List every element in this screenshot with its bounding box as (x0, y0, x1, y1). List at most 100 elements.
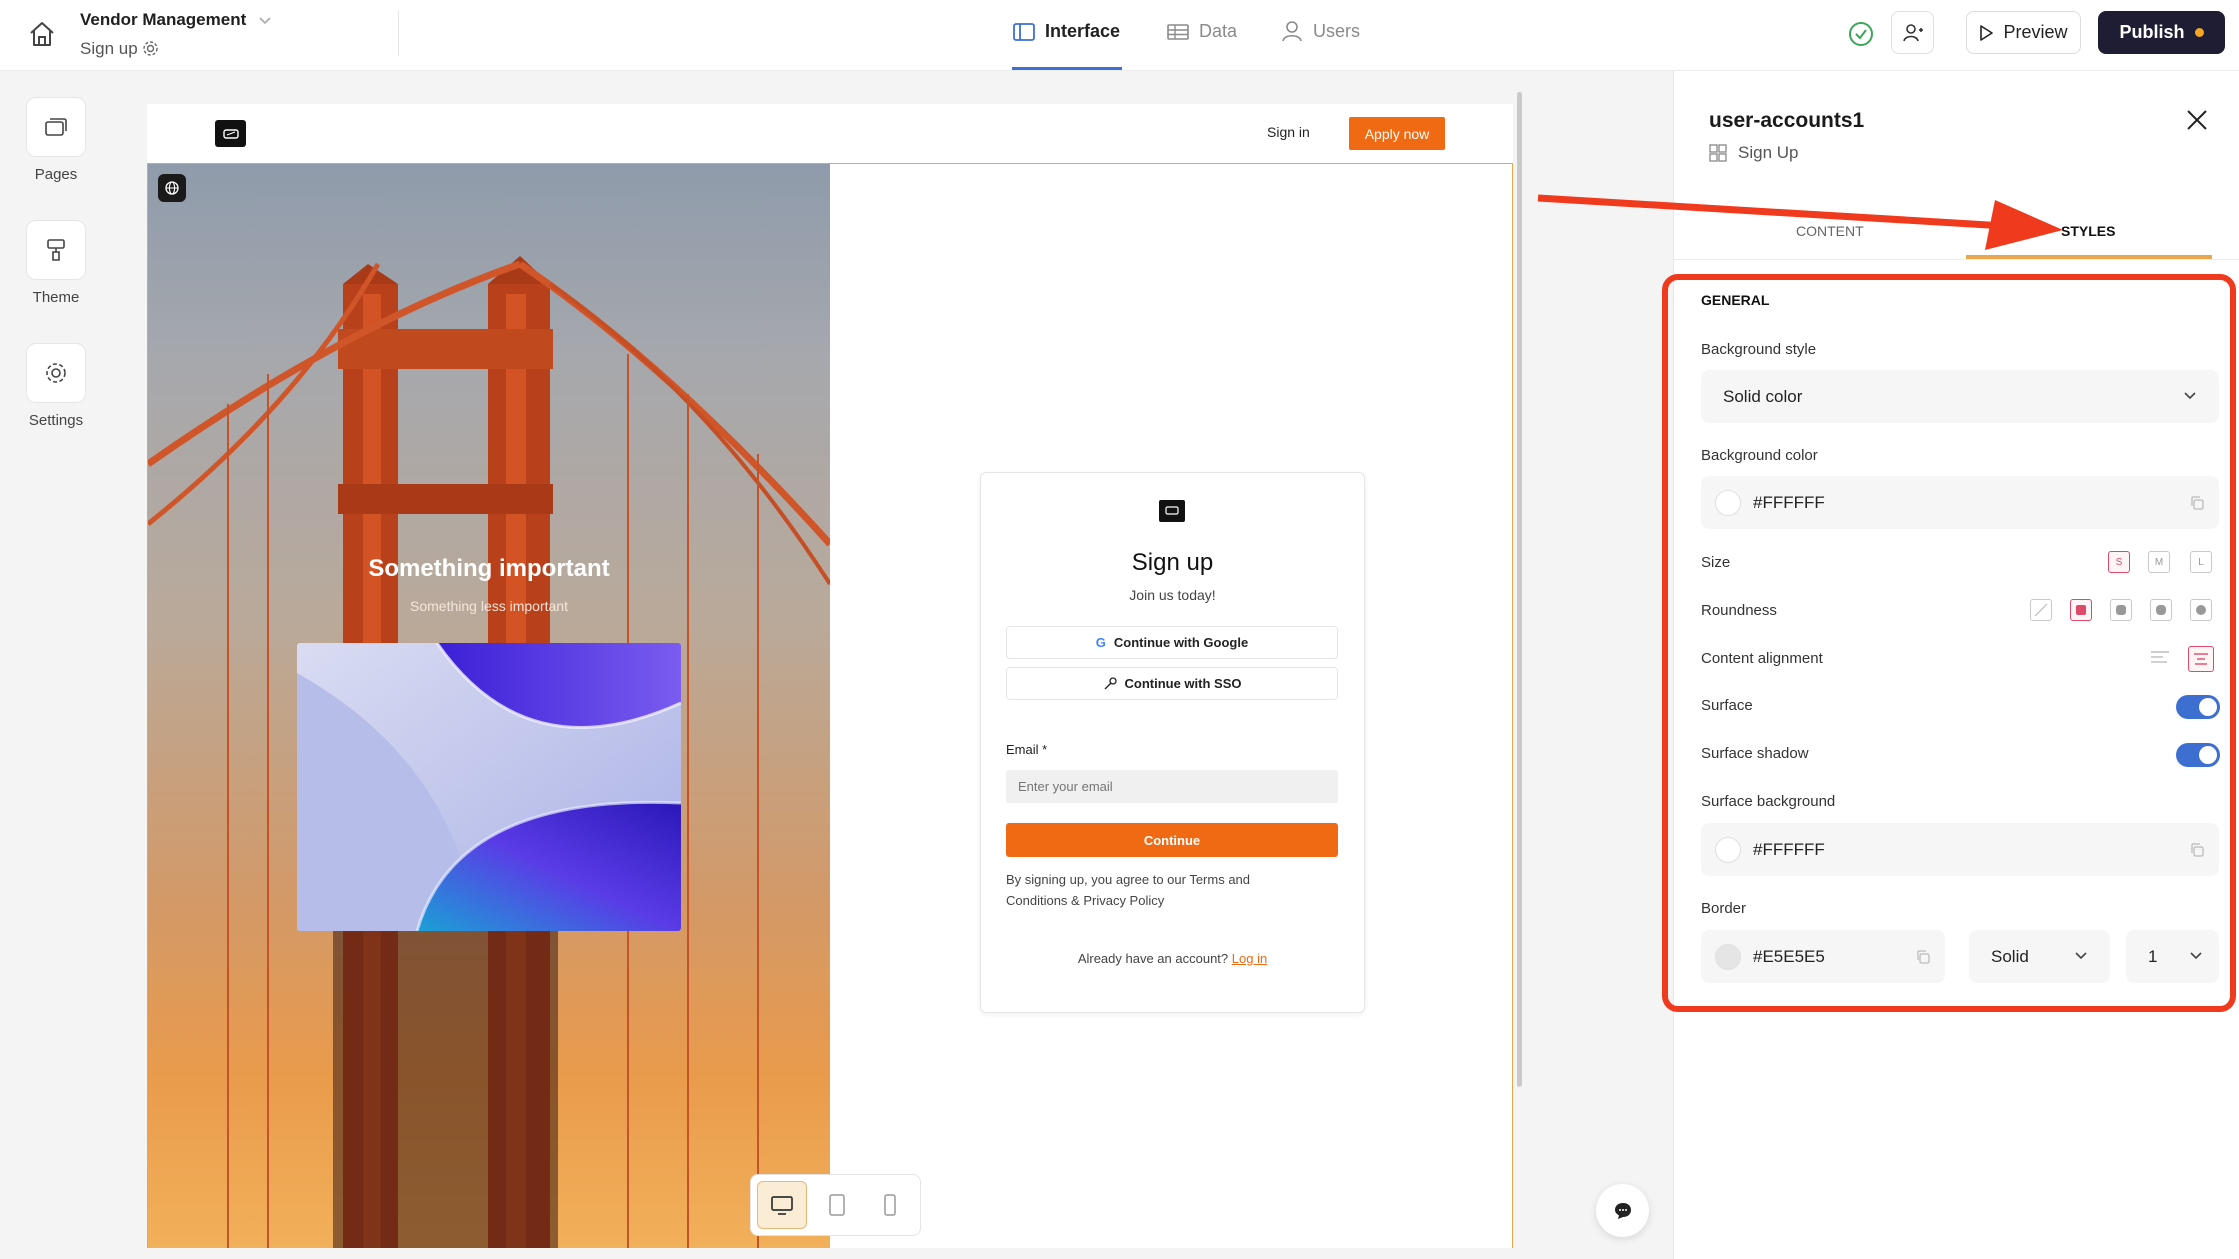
preview-button[interactable]: Preview (1966, 11, 2081, 54)
home-icon[interactable] (26, 18, 58, 50)
google-icon: G (1095, 635, 1106, 650)
background-style-label: Background style (1701, 341, 1817, 358)
app-title[interactable]: Vendor Management (80, 10, 246, 30)
background-style-select[interactable]: Solid color (1701, 370, 2219, 423)
chevron-down-icon[interactable] (258, 13, 272, 27)
play-icon (1979, 24, 1994, 41)
surface-background-value: #FFFFFF (1753, 839, 1825, 859)
desktop-view-button[interactable] (757, 1181, 807, 1229)
chevron-down-icon (2189, 950, 2203, 962)
add-user-icon (1902, 23, 1924, 43)
size-option-s[interactable]: S (2108, 551, 2130, 573)
surface-background-field[interactable]: #FFFFFF (1701, 823, 2219, 876)
mobile-icon (883, 1194, 897, 1216)
saved-check-icon (1848, 21, 1874, 47)
pages-icon (44, 116, 68, 138)
tablet-view-button[interactable] (818, 1186, 856, 1224)
site-logo (215, 120, 246, 147)
content-alignment-label: Content alignment (1701, 650, 1823, 667)
border-style-value: Solid (1991, 946, 2029, 966)
hero-title: Something important (368, 555, 610, 582)
tab-interface-label: Interface (1045, 21, 1121, 41)
card-subtitle: Join us today! (1129, 587, 1216, 603)
copy-icon[interactable] (1915, 949, 1931, 965)
sidebar-label-pages: Pages (34, 166, 78, 183)
chevron-down-icon (2074, 950, 2088, 962)
login-prompt: Already have an account? Log in (980, 951, 1365, 966)
roundness-option-medium[interactable] (2110, 599, 2132, 621)
page-name[interactable]: Sign up (80, 39, 138, 59)
border-style-select[interactable]: Solid (1969, 930, 2110, 983)
annotation-arrow (1535, 188, 2090, 258)
background-color-label: Background color (1701, 447, 1818, 464)
chevron-down-icon (2183, 390, 2197, 402)
key-icon (1103, 676, 1117, 691)
mobile-view-button[interactable] (871, 1186, 909, 1224)
surface-background-label: Surface background (1701, 793, 1836, 810)
sidebar-item-settings[interactable] (26, 343, 86, 403)
continue-with-sso-button[interactable]: Continue with SSO (1006, 667, 1338, 700)
paint-roller-icon (45, 238, 67, 262)
gear-icon (44, 361, 68, 385)
roundness-option-small[interactable] (2070, 599, 2092, 621)
close-icon[interactable] (2185, 108, 2209, 132)
layout-icon (1013, 22, 1035, 42)
email-label: Email * (1006, 742, 1048, 757)
globe-icon[interactable] (158, 174, 186, 202)
publish-label: Publish (2119, 22, 2185, 42)
border-width-value: 1 (2148, 946, 2158, 966)
chat-button[interactable] (1596, 1184, 1649, 1237)
unpublished-dot (2194, 28, 2204, 37)
background-color-field[interactable]: #FFFFFF (1701, 476, 2219, 529)
canvas-scrollbar[interactable] (1517, 92, 1522, 1087)
nav-sign-in[interactable]: Sign in (1267, 124, 1310, 140)
surface-toggle[interactable] (2176, 695, 2220, 719)
sidebar-label-theme: Theme (32, 289, 80, 306)
login-link[interactable]: Log in (1232, 951, 1267, 966)
surface-background-swatch[interactable] (1715, 836, 1741, 863)
surface-label: Surface (1701, 697, 1753, 714)
user-icon (1281, 20, 1303, 42)
continue-button[interactable]: Continue (1006, 823, 1338, 857)
publish-button[interactable]: Publish (2098, 11, 2225, 54)
size-option-m[interactable]: M (2148, 551, 2170, 573)
border-width-select[interactable]: 1 (2126, 930, 2219, 983)
background-color-value: #FFFFFF (1753, 492, 1825, 512)
border-color-field[interactable]: #E5E5E5 (1701, 930, 1945, 983)
copy-icon[interactable] (2189, 842, 2205, 858)
continue-with-google-button[interactable]: G Continue with Google (1006, 626, 1338, 659)
invite-user-button[interactable] (1891, 11, 1934, 54)
apply-now-button[interactable]: Apply now (1349, 117, 1445, 150)
terms-text: By signing up, you agree to our Terms an… (1006, 872, 1251, 908)
sidebar-item-theme[interactable] (26, 220, 86, 280)
background-style-value: Solid color (1723, 386, 1803, 406)
sidebar-label-settings: Settings (28, 412, 84, 429)
copy-icon[interactable] (2189, 495, 2205, 511)
align-left-icon[interactable] (2150, 649, 2170, 667)
size-label: Size (1701, 554, 1731, 571)
align-center-icon[interactable] (2188, 646, 2214, 672)
tab-users[interactable]: Users (1281, 20, 1360, 42)
background-color-swatch[interactable] (1715, 489, 1741, 516)
border-color-swatch[interactable] (1715, 943, 1741, 970)
gear-icon[interactable] (142, 40, 159, 57)
table-icon (1167, 22, 1189, 42)
tab-interface[interactable]: Interface (1013, 21, 1120, 42)
login-prompt-text: Already have an account? (1077, 951, 1229, 966)
abstract-image (297, 643, 681, 931)
roundness-option-large[interactable] (2150, 599, 2172, 621)
card-logo (1159, 500, 1185, 522)
size-option-l[interactable]: L (2190, 551, 2212, 573)
tablet-icon (828, 1194, 846, 1216)
desktop-icon (770, 1194, 794, 1216)
roundness-option-full[interactable] (2190, 599, 2212, 621)
tab-users-label: Users (1313, 20, 1361, 41)
email-field[interactable] (1006, 770, 1338, 803)
roundness-option-none[interactable] (2030, 599, 2052, 621)
sso-button-label: Continue with SSO (1124, 676, 1242, 691)
tab-data[interactable]: Data (1167, 21, 1237, 42)
card-title: Sign up (1131, 549, 1214, 576)
grid-icon (1709, 144, 1727, 162)
sidebar-item-pages[interactable] (26, 97, 86, 157)
surface-shadow-toggle[interactable] (2176, 743, 2220, 767)
